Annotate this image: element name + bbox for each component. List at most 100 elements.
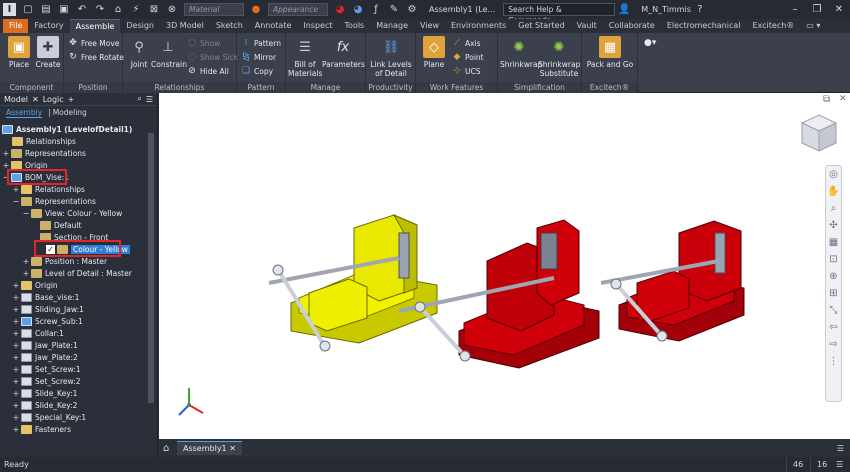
view-face-icon[interactable]: ▦ [826,234,841,251]
tree-item-special-key[interactable]: + Special_Key:1 [12,411,86,423]
expand-icon[interactable]: + [12,281,20,290]
expand-icon[interactable]: + [22,269,30,278]
tab-file[interactable]: File [3,19,29,33]
browser-tab-logic[interactable]: Logic [43,95,64,104]
parameters-button[interactable]: fx Parameters [322,36,365,70]
tree-item-relationships[interactable]: Relationships [12,135,76,147]
tree-item-sub-origin[interactable]: + Origin [12,279,58,291]
appearance-icon[interactable]: ● [249,3,263,17]
create-button[interactable]: ✚ Create [34,36,62,69]
tab-view[interactable]: View [414,19,445,33]
tree-item-screw-sub[interactable]: + Screw_Sub:1 [12,315,83,327]
free-rotate-button[interactable]: ↻ Free Rotate [68,51,124,63]
expand-icon[interactable]: + [12,317,20,326]
tree-item-jaw-plate-1[interactable]: + Jaw_Plate:1 [12,339,78,351]
collapse-icon[interactable]: − [12,197,20,206]
ucs-button[interactable]: ⊹ UCS [452,65,480,77]
expand-icon[interactable]: + [12,293,20,302]
tab-vault[interactable]: Vault [571,19,603,33]
show-button[interactable]: ◌ Show [187,37,220,49]
ribbon-extra-icon[interactable]: ●▾ [644,37,657,49]
appearance-combo[interactable]: Appearance [268,3,328,16]
tree-item-representations[interactable]: + Representations [2,147,86,159]
tree-item-set-screw-2[interactable]: + Set_Screw:2 [12,375,81,387]
browser-tab-model[interactable]: Model [4,95,28,104]
browser-scrollbar[interactable] [146,123,156,457]
zoom-window-icon[interactable]: ⊡ [826,251,841,268]
tree-item-lod-master[interactable]: + Level of Detail : Master [22,267,132,279]
view-cube-home-icon[interactable]: ⧉ [823,94,830,105]
group-excitech-title[interactable]: Excitech® [582,82,637,93]
scrollbar-thumb[interactable] [148,133,154,403]
tree-item-fasteners[interactable]: + Fasteners [12,423,71,435]
undo-icon[interactable]: ↶ [75,3,89,17]
vise-yellow[interactable] [268,213,438,352]
zoom-selected-icon[interactable]: ⊕ [826,268,841,285]
user-icon[interactable]: 👤 [617,3,631,17]
tree-item-sub-representations[interactable]: − Representations [12,195,96,207]
tab-annotate[interactable]: Annotate [249,19,298,33]
close-icon[interactable]: ✕ [828,4,850,15]
tree-item-slide-key-1[interactable]: + Slide_Key:1 [12,387,77,399]
tree-item-collar[interactable]: + Collar:1 [12,327,64,339]
tab-inspect[interactable]: Inspect [297,19,338,33]
browser-add-tab-icon[interactable]: + [68,95,75,104]
group-position-title[interactable]: Position [64,82,122,93]
doc-tabs-menu-icon[interactable]: ☰ [837,444,844,453]
orbit-icon[interactable]: ✣ [826,217,841,234]
tab-sketch[interactable]: Sketch [210,19,249,33]
vise-red-right[interactable] [600,220,745,342]
ribbon-options-icon[interactable]: ▭ ▾ [800,19,826,33]
material-combo[interactable]: Material [184,3,244,16]
navbar-menu-icon[interactable]: ⋮ [826,353,841,370]
link-levels-button[interactable]: ⛓ Link Levels of Detail [368,36,414,79]
expand-icon[interactable]: + [12,365,20,374]
color-clear-icon[interactable]: ◕ [351,3,365,17]
tab-environments[interactable]: Environments [445,19,512,33]
next-view-icon[interactable]: ⇨ [826,336,841,353]
search-help-input[interactable]: Search Help & Commands... [503,3,616,25]
restore-icon[interactable]: ❐ [806,4,828,15]
group-pattern-title[interactable]: Pattern [237,82,285,93]
expand-icon[interactable]: + [22,257,30,266]
zoom-icon[interactable]: ⌕ [826,200,841,217]
tree-item-jaw-plate-2[interactable]: + Jaw_Plate:2 [12,351,78,363]
graphics-window[interactable]: ⧉ ✕ [159,93,850,439]
group-simplification-title[interactable]: Simplification [498,82,581,93]
redo-icon[interactable]: ↷ [93,3,107,17]
home-icon[interactable]: ⌂ [111,3,125,17]
expand-icon[interactable]: + [12,329,20,338]
free-move-button[interactable]: ✥ Free Move [68,37,119,49]
expand-icon[interactable]: + [12,401,20,410]
point-button[interactable]: ◆ Point [452,51,484,63]
viewport-close-icon[interactable]: ✕ [839,94,847,104]
browser-search-icon[interactable]: ⌕ [137,94,141,104]
tab-assemble[interactable]: Assemble [69,19,121,33]
expand-icon[interactable]: + [12,389,20,398]
view-cube[interactable] [800,114,838,152]
parameters-icon[interactable]: ƒ [369,3,383,17]
pan-icon[interactable]: ✋ [826,183,841,200]
help-icon[interactable]: ? [693,3,707,17]
expand-icon[interactable]: + [12,341,20,350]
group-productivity-title[interactable]: Productivity [366,82,415,93]
status-menu-icon[interactable]: ☰ [836,460,843,469]
axis-button[interactable]: ⟋ Axis [452,37,481,49]
expand-icon[interactable]: + [12,377,20,386]
look-at-icon[interactable]: ⤡ [826,302,841,319]
tree-item-slide-key-2[interactable]: + Slide_Key:2 [12,399,77,411]
select-icon[interactable]: ⊠ [147,3,161,17]
user-name[interactable]: M_N_Timmis [641,5,691,14]
browser-menu-icon[interactable]: ☰ [146,95,153,104]
tab-electromechanical[interactable]: Electromechanical [661,19,747,33]
home-tab-icon[interactable]: ⌂ [163,443,169,454]
ilogic-icon[interactable]: ⚙ [405,3,419,17]
group-relationships-title[interactable]: Relationships [123,82,236,93]
zoom-all-icon[interactable]: ⊞ [826,285,841,302]
tree-item-sliding-jaw[interactable]: + Sliding_Jaw:1 [12,303,84,315]
clear-override-icon[interactable]: ⊗ [165,3,179,17]
tab-excitech[interactable]: Excitech® [747,19,801,33]
app-logo[interactable]: I [0,0,19,19]
pattern-button[interactable]: ⁞ Pattern [241,37,281,49]
expand-icon[interactable]: + [12,353,20,362]
